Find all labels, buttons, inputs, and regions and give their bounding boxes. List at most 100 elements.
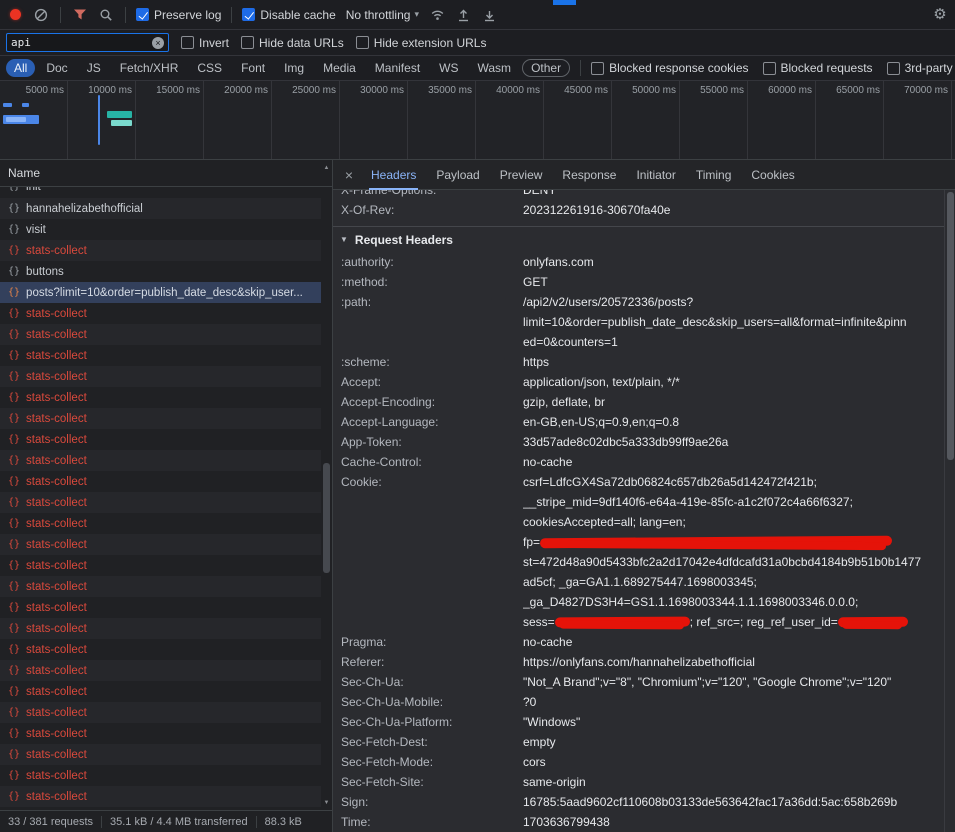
filter-input[interactable]: api × [6,33,169,52]
request-row[interactable]: {}hannahelizabethofficial [0,198,321,219]
throttling-dropdown[interactable]: No throttling ▾ [344,8,421,22]
scrollbar-thumb[interactable] [947,192,954,460]
script-icon: {} [8,455,20,466]
header-value-text: /api2/v2/users/20572336/posts? [523,295,693,309]
type-filter-other[interactable]: Other [522,59,570,77]
request-row[interactable]: {} stats-collect [0,471,321,492]
request-row[interactable]: {}stats-collect [0,681,321,702]
name-column-header[interactable]: Name [0,160,332,187]
timeline-overview[interactable]: 5000 ms10000 ms15000 ms20000 ms25000 ms3… [0,81,955,160]
blocked-response-cookies-checkbox[interactable]: Blocked response cookies [591,61,748,75]
request-row[interactable]: {}stats-collect [0,765,321,786]
clear-filter-icon[interactable]: × [152,37,164,49]
request-headers-section[interactable]: ▼Request Headers [333,226,944,252]
tab-headers[interactable]: Headers [361,160,426,190]
details-scrollbar[interactable] [944,190,955,832]
request-row[interactable]: {}stats-collect [0,639,321,660]
request-row[interactable]: {}stats-collect [0,324,321,345]
type-filter-doc[interactable]: Doc [38,59,75,77]
request-row[interactable]: {}init [0,187,321,198]
requests-scrollbar[interactable]: ▲ ▼ [321,163,332,808]
tab-preview[interactable]: Preview [490,160,553,190]
tab-timing[interactable]: Timing [686,160,742,190]
request-row[interactable]: {}stats-collect [0,513,321,534]
script-icon: {} [8,203,20,214]
request-row[interactable]: {}visit [0,219,321,240]
request-row[interactable]: {}stats-collect [0,534,321,555]
hide-data-urls-checkbox[interactable]: Hide data URLs [241,36,344,50]
type-filter-media[interactable]: Media [315,59,364,77]
disable-cache-checkbox[interactable]: Disable cache [242,8,335,22]
hide-extension-urls-checkbox[interactable]: Hide extension URLs [356,36,487,50]
3rd-party-requests-checkbox[interactable]: 3rd-party requests [887,61,955,75]
request-row[interactable]: {}stats-collect [0,660,321,681]
tab-payload[interactable]: Payload [426,160,489,190]
type-filter-css[interactable]: CSS [189,59,230,77]
type-filter-img[interactable]: Img [276,59,312,77]
blocked-requests-checkbox[interactable]: Blocked requests [763,61,873,75]
close-details-icon[interactable]: × [337,167,361,183]
request-row[interactable]: {}stats-collect [0,387,321,408]
search-button[interactable] [97,6,115,24]
filter-toggle-button[interactable] [71,6,89,24]
request-row[interactable]: {}stats-collect [0,702,321,723]
invert-checkbox[interactable]: Invert [181,36,229,50]
scroll-down-icon[interactable]: ▼ [321,800,332,806]
request-row[interactable]: {}stats-collect [0,345,321,366]
request-row[interactable]: {}stats-collect [0,555,321,576]
request-row[interactable]: {}stats-collect [0,618,321,639]
request-row[interactable]: {}stats-collect [0,240,321,261]
type-filter-js[interactable]: JS [79,59,109,77]
request-name: stats-collect [26,476,87,488]
request-row[interactable]: {}stats-collect [0,492,321,513]
tab-initiator[interactable]: Initiator [626,160,685,190]
header-name: Sec-Fetch-Mode: [333,752,523,772]
type-filter-ws[interactable]: WS [431,59,466,77]
request-row[interactable]: {}stats-collect [0,303,321,324]
type-filter-fetch-xhr[interactable]: Fetch/XHR [112,59,187,77]
clear-network-log-button[interactable] [32,6,50,24]
request-row[interactable]: {}stats-collect [0,744,321,765]
script-icon: {} [8,476,20,487]
request-row[interactable]: {}stats-collect [0,786,321,807]
header-value: cors [523,752,944,772]
timeline-label: 70000 ms [884,85,948,96]
record-button[interactable] [6,6,24,24]
type-filter-manifest[interactable]: Manifest [367,59,428,77]
request-row[interactable]: {}stats-collect [0,366,321,387]
header-value: empty [523,732,944,752]
timeline-label: 40000 ms [476,85,540,96]
request-row[interactable]: {}stats-collect [0,576,321,597]
header-value-line: /api2/v2/users/20572336/posts? [523,292,944,312]
request-name: stats-collect [26,371,87,383]
request-row[interactable]: {}stats-collect [0,723,321,744]
script-icon: {} [8,749,20,760]
request-row[interactable]: {}stats-collect [0,408,321,429]
request-row[interactable]: {}stats-collect [0,597,321,618]
type-filter-font[interactable]: Font [233,59,273,77]
header-name: X-Of-Rev: [333,200,523,220]
scrollbar-thumb[interactable] [323,463,330,573]
tab-cookies[interactable]: Cookies [741,160,804,190]
header-name: Accept-Language: [333,412,523,432]
request-row[interactable]: {}posts?limit=10&order=publish_date_desc… [0,282,321,303]
preserve-log-checkbox[interactable]: Preserve log [136,8,221,22]
network-conditions-button[interactable] [429,6,447,24]
export-har-button[interactable] [481,6,499,24]
request-row[interactable]: {}stats-collect [0,429,321,450]
name-column-label: Name [8,166,40,180]
scroll-up-icon[interactable]: ▲ [321,165,332,171]
request-row[interactable]: {}stats-collect [0,450,321,471]
chevron-down-icon: ▾ [414,9,419,20]
settings-gear-icon[interactable]: ⚙ [931,6,949,24]
type-filter-all[interactable]: All [6,59,35,77]
import-har-button[interactable] [455,6,473,24]
tab-response[interactable]: Response [552,160,626,190]
type-filter-bar: AllDocJSFetch/XHRCSSFontImgMediaManifest… [0,56,955,81]
script-icon: {} [8,224,20,235]
header-name: Referer: [333,652,523,672]
header-value-text: _ga_D4827DS3H4=GS1.1.1698003344.1.1.1698… [523,595,858,609]
request-row[interactable]: {}buttons [0,261,321,282]
header-value-text: sess= [523,615,555,629]
type-filter-wasm[interactable]: Wasm [470,59,520,77]
